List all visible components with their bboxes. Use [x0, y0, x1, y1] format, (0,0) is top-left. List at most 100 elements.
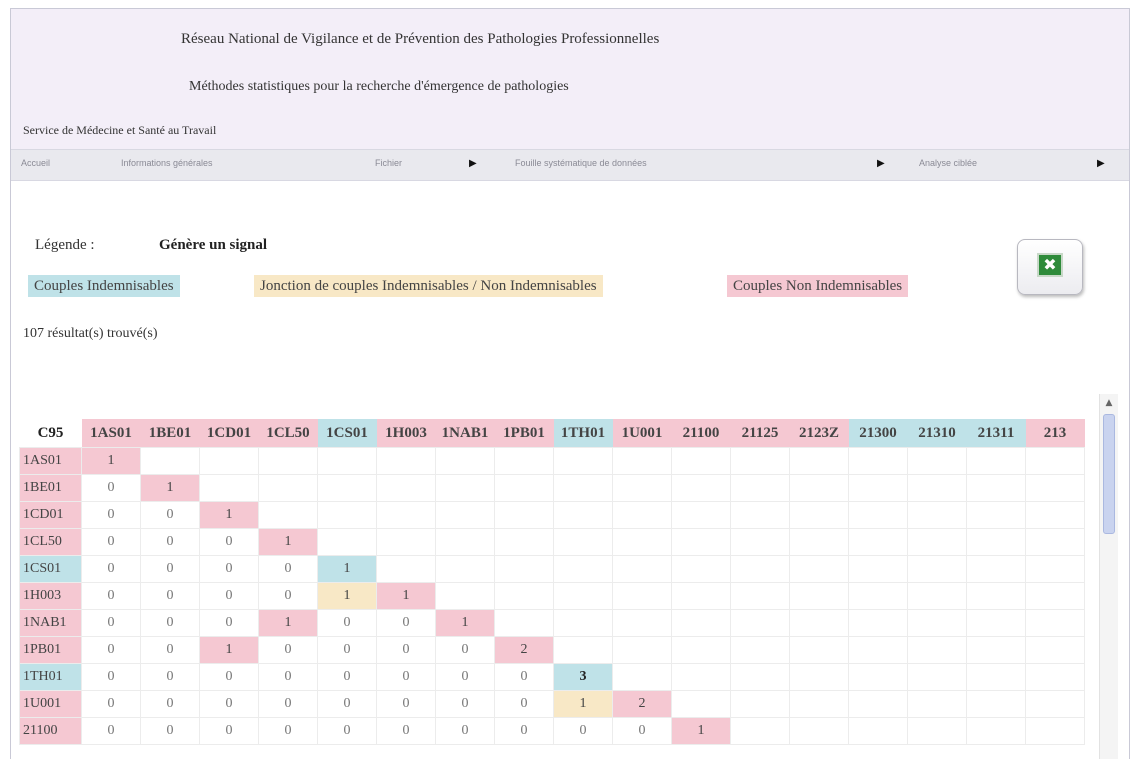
column-header[interactable]: 21100 — [671, 419, 731, 448]
matrix-cell — [317, 474, 377, 502]
matrix-cell — [376, 528, 436, 556]
matrix-cell: 0 — [199, 609, 259, 637]
contingency-matrix: C95 1AS01 1BE01 1CD01 1CL50 1CS01 1H003 1NAB1 1P… — [19, 419, 1085, 745]
chevron-up-icon[interactable]: ▲ — [1100, 394, 1118, 412]
row-header[interactable]: 1NAB1 — [19, 609, 82, 637]
row-header[interactable]: 1CD01 — [19, 501, 82, 529]
column-header[interactable]: 1CD01 — [199, 419, 259, 448]
row-header[interactable]: 1H003 — [19, 582, 82, 610]
matrix-cell — [199, 447, 259, 475]
table-row: 1TH01 0 0 0 0 0 0 0 0 3 — [19, 663, 1085, 691]
matrix-cell — [730, 555, 790, 583]
matrix-cell: 0 — [199, 663, 259, 691]
matrix-cell: 0 — [258, 690, 318, 718]
matrix-cell: 0 — [81, 528, 141, 556]
matrix-cell — [730, 447, 790, 475]
matrix-cell: 0 — [435, 690, 495, 718]
matrix-cell: 1 — [81, 447, 141, 475]
matrix-cell — [376, 474, 436, 502]
matrix-cell — [671, 690, 731, 718]
matrix-cell — [848, 501, 908, 529]
row-header[interactable]: 1CS01 — [19, 555, 82, 583]
column-header[interactable]: 21300 — [848, 419, 908, 448]
matrix-cell — [966, 501, 1026, 529]
matrix-cell — [612, 447, 672, 475]
nav-item-fouille[interactable]: Fouille systématique de données — [515, 158, 647, 168]
matrix-cell: 0 — [494, 717, 554, 745]
row-header[interactable]: 21100 — [19, 717, 82, 745]
matrix-cell: 0 — [140, 582, 200, 610]
column-header[interactable]: 1PB01 — [494, 419, 554, 448]
matrix-cell: 0 — [140, 528, 200, 556]
column-header[interactable]: 1U001 — [612, 419, 672, 448]
matrix-cell — [1025, 663, 1085, 691]
matrix-cell: 0 — [81, 690, 141, 718]
column-header[interactable]: 1TH01 — [553, 419, 613, 448]
matrix-cell — [1025, 474, 1085, 502]
matrix-cell: 3 — [553, 663, 613, 691]
nav-item-analyse[interactable]: Analyse ciblée — [919, 158, 977, 168]
matrix-cell — [730, 636, 790, 664]
column-header[interactable]: 21310 — [907, 419, 967, 448]
row-header[interactable]: 1CL50 — [19, 528, 82, 556]
matrix-cell — [907, 717, 967, 745]
matrix-cell: 0 — [612, 717, 672, 745]
row-header[interactable]: 1TH01 — [19, 663, 82, 691]
column-header[interactable]: 1NAB1 — [435, 419, 495, 448]
matrix-cell — [1025, 528, 1085, 556]
service-name: Service de Médecine et Santé au Travail — [23, 123, 217, 137]
scroll-thumb[interactable] — [1103, 414, 1115, 534]
matrix-cell — [789, 528, 849, 556]
nav-item-informations[interactable]: Informations générales — [121, 158, 213, 168]
nav-item-accueil[interactable]: Accueil — [21, 158, 50, 168]
matrix-cell: 2 — [494, 636, 554, 664]
row-header[interactable]: 1U001 — [19, 690, 82, 718]
matrix-cell — [376, 501, 436, 529]
matrix-cell — [612, 474, 672, 502]
matrix-cell — [376, 555, 436, 583]
matrix-cell — [848, 663, 908, 691]
triangle-right-icon[interactable]: ▶ — [877, 158, 885, 169]
column-header[interactable]: 1CS01 — [317, 419, 377, 448]
matrix-cell — [789, 717, 849, 745]
triangle-right-icon[interactable]: ▶ — [1097, 158, 1105, 169]
app-frame: Réseau National de Vigilance et de Préve… — [10, 8, 1130, 759]
matrix-cell: 0 — [494, 690, 554, 718]
table-row: 1CD01 0 0 1 — [19, 501, 1085, 529]
column-header[interactable]: 213 — [1025, 419, 1085, 448]
column-header[interactable]: 2123Z — [789, 419, 849, 448]
matrix-cell: 1 — [317, 555, 377, 583]
matrix-cell — [789, 663, 849, 691]
matrix-container: C95 1AS01 1BE01 1CD01 1CL50 1CS01 1H003 1NAB1 1P… — [19, 419, 1099, 759]
matrix-cell: 0 — [81, 555, 141, 583]
matrix-cell — [789, 555, 849, 583]
matrix-cell — [435, 528, 495, 556]
row-header[interactable]: 1AS01 — [19, 447, 82, 475]
column-header[interactable]: 1AS01 — [81, 419, 141, 448]
matrix-cell — [966, 447, 1026, 475]
matrix-cell — [671, 663, 731, 691]
row-header[interactable]: 1BE01 — [19, 474, 82, 502]
vertical-scrollbar[interactable]: ▲ — [1099, 394, 1118, 759]
matrix-cell: 0 — [140, 663, 200, 691]
matrix-cell: 0 — [258, 636, 318, 664]
export-excel-button[interactable]: ✖ — [1017, 239, 1083, 295]
matrix-cell — [612, 582, 672, 610]
matrix-cell — [966, 717, 1026, 745]
nav-item-fichier[interactable]: Fichier — [375, 158, 402, 168]
column-header[interactable]: 21311 — [966, 419, 1026, 448]
matrix-cell — [553, 582, 613, 610]
matrix-cell: 0 — [258, 555, 318, 583]
column-header[interactable]: 1H003 — [376, 419, 436, 448]
matrix-cell — [907, 582, 967, 610]
matrix-cell: 0 — [317, 636, 377, 664]
column-header[interactable]: 21125 — [730, 419, 790, 448]
table-row: 1BE01 0 1 — [19, 474, 1085, 502]
triangle-right-icon[interactable]: ▶ — [469, 158, 477, 169]
column-header[interactable]: 1CL50 — [258, 419, 318, 448]
row-header[interactable]: 1PB01 — [19, 636, 82, 664]
legend-jonction: Jonction de couples Indemnisables / Non … — [254, 275, 603, 297]
matrix-cell — [612, 528, 672, 556]
matrix-cell — [612, 555, 672, 583]
column-header[interactable]: 1BE01 — [140, 419, 200, 448]
